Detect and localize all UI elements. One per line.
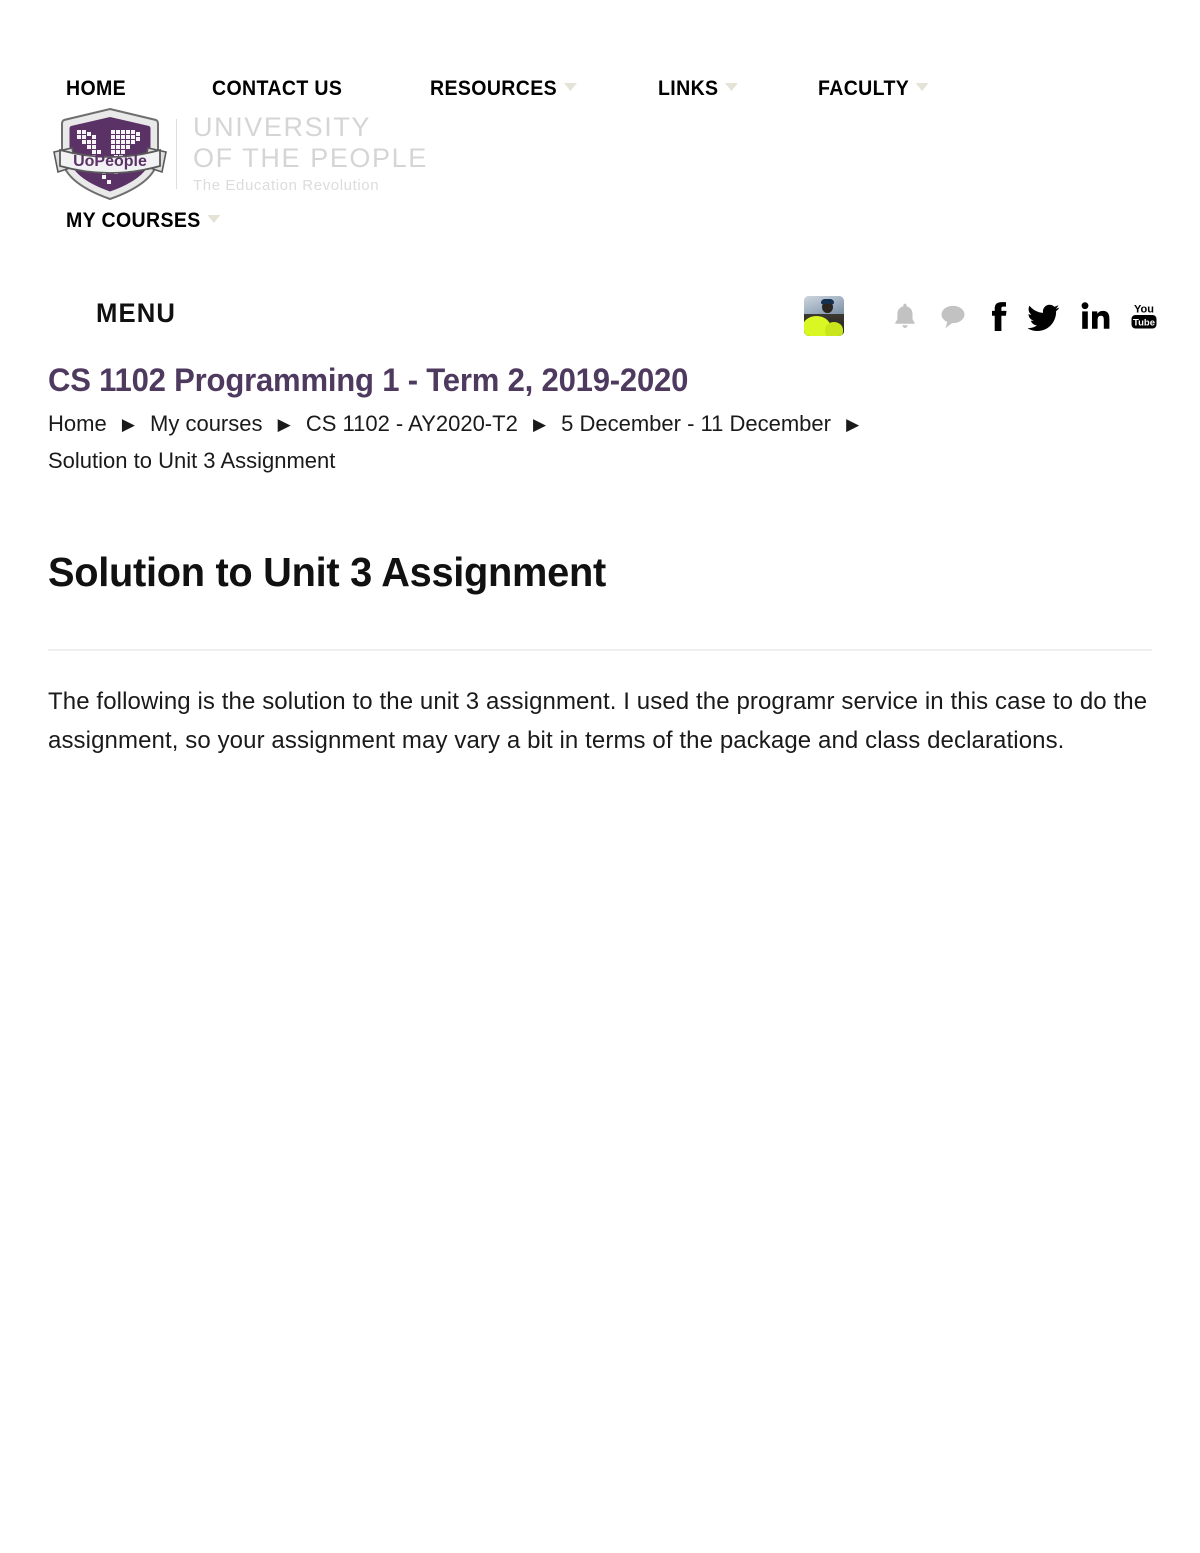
linkedin-icon[interactable] <box>1080 301 1110 331</box>
bell-icon[interactable] <box>892 301 918 331</box>
brand-line-university: UNIVERSITY <box>193 112 372 142</box>
breadcrumb-item-my-courses[interactable]: My courses <box>150 411 262 436</box>
breadcrumb-separator-icon: ▶ <box>532 415 547 434</box>
nav-item-my-courses[interactable]: MY COURSES <box>66 208 221 234</box>
breadcrumb-item-current: Solution to Unit 3 Assignment <box>48 448 336 473</box>
chevron-down-icon <box>915 83 929 92</box>
brand-tagline: The Education Revolution <box>193 177 380 194</box>
course-header: CS 1102 Programming 1 - Term 2, 2019-202… <box>48 360 1158 478</box>
svg-text:Tube: Tube <box>1133 318 1155 329</box>
primary-nav: HOME CONTACT US RESOURCES LINKS FACULTY <box>48 76 1148 110</box>
page-title: Solution to Unit 3 Assignment <box>48 549 606 595</box>
chevron-down-icon <box>207 215 221 224</box>
nav-item-faculty[interactable]: FACULTY <box>818 76 929 102</box>
brand-wordmark: UNIVERSITY OF THE PEOPLE The Education R… <box>193 112 428 196</box>
nav-item-links-label: LINKS <box>658 77 719 100</box>
brand-line-of-the-people: OF THE PEOPLE <box>193 143 428 173</box>
twitter-icon[interactable] <box>1028 301 1060 331</box>
breadcrumb-item-course[interactable]: CS 1102 - AY2020-T2 <box>306 411 518 436</box>
facebook-icon[interactable] <box>988 300 1008 332</box>
menu-icon-strip: You Tube <box>804 292 1158 340</box>
svg-text:You: You <box>1134 304 1154 316</box>
menu-button[interactable]: MENU <box>96 296 176 330</box>
nav-item-home-label: HOME <box>66 77 127 100</box>
nav-item-contact-us-label: CONTACT US <box>212 77 343 100</box>
breadcrumb-separator-icon: ▶ <box>846 415 860 434</box>
nav-item-resources[interactable]: RESOURCES <box>430 76 577 102</box>
breadcrumb-separator-icon: ▶ <box>277 415 291 434</box>
content-divider <box>48 649 1152 651</box>
uopeople-shield-icon: UoPeople <box>48 106 172 202</box>
avatar[interactable] <box>804 296 844 336</box>
nav-item-resources-label: RESOURCES <box>430 77 558 100</box>
nav-item-faculty-label: FACULTY <box>818 77 910 100</box>
chevron-down-icon <box>724 83 738 92</box>
course-menu-bar: MENU You Tube <box>0 288 1200 348</box>
breadcrumb: Home ▶ My courses ▶ CS 1102 - AY2020-T2 … <box>48 406 968 478</box>
youtube-icon[interactable]: You Tube <box>1130 301 1158 331</box>
nav-item-contact-us[interactable]: CONTACT US <box>212 76 342 102</box>
breadcrumb-item-week[interactable]: 5 December - 11 December <box>561 411 831 436</box>
site-logo[interactable]: UoPeople UNIVERSITY OF THE PEOPLE The Ed… <box>48 106 428 202</box>
page-body-paragraph: The following is the solution to the uni… <box>48 688 1148 754</box>
svg-text:UoPeople: UoPeople <box>73 153 147 170</box>
breadcrumb-item-home[interactable]: Home <box>48 411 107 436</box>
nav-item-my-courses-label: MY COURSES <box>66 209 201 232</box>
chat-icon[interactable] <box>938 302 968 330</box>
course-title: CS 1102 Programming 1 - Term 2, 2019-202… <box>48 362 689 398</box>
nav-item-links[interactable]: LINKS <box>658 76 738 102</box>
chevron-down-icon <box>563 83 577 92</box>
nav-item-home[interactable]: HOME <box>66 76 126 102</box>
brand-divider <box>176 119 177 189</box>
breadcrumb-separator-icon: ▶ <box>121 415 135 434</box>
top-navigation: HOME CONTACT US RESOURCES LINKS FACULTY <box>0 0 1200 250</box>
